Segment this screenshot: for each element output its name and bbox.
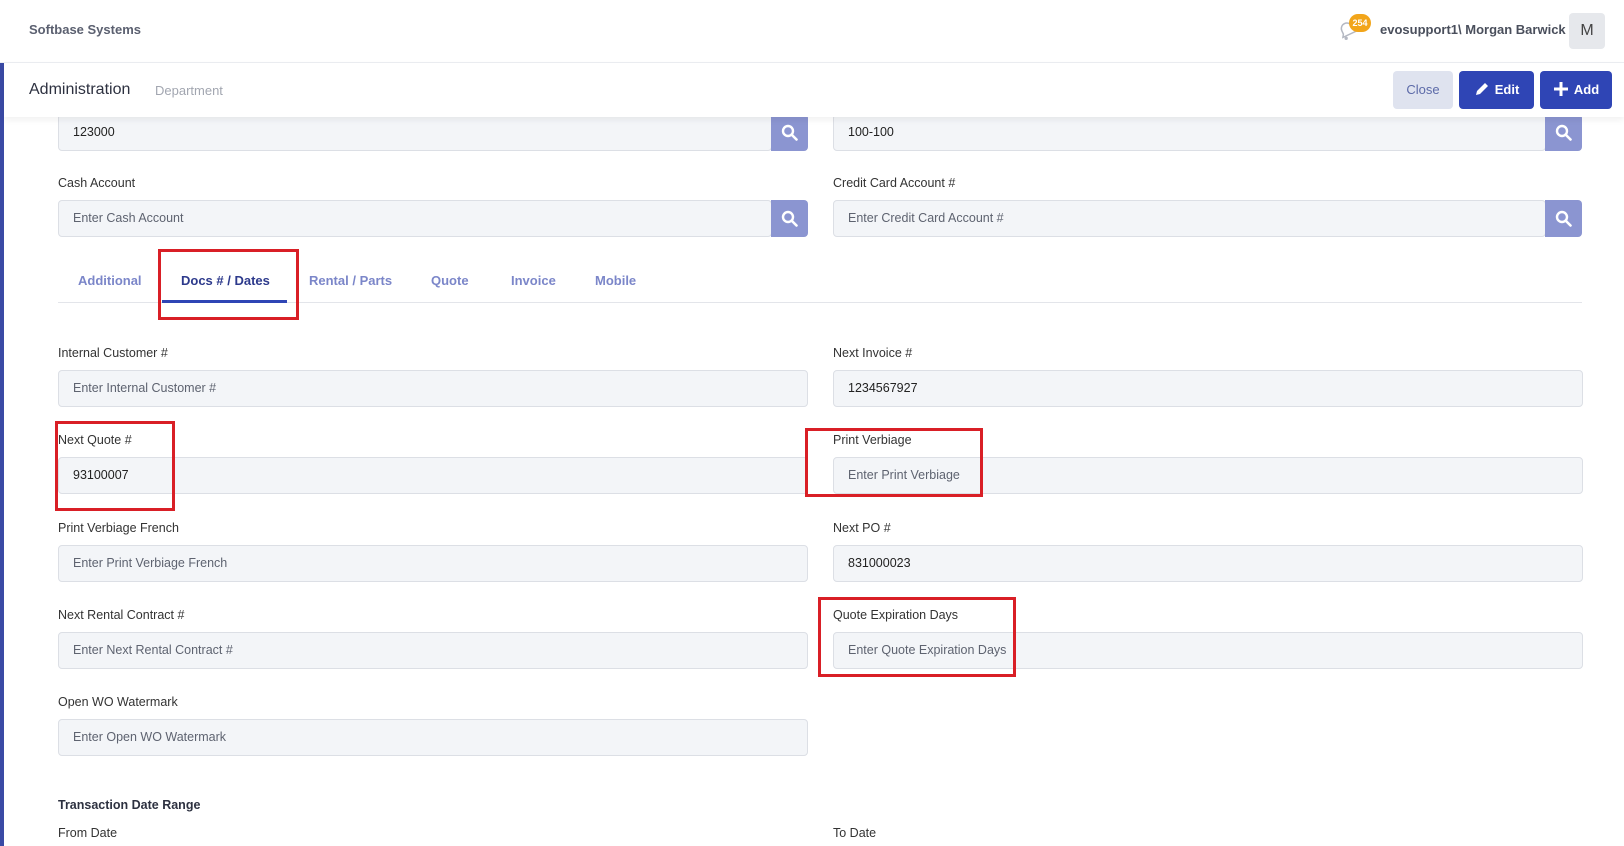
tab-rental-parts[interactable]: Rental / Parts xyxy=(309,273,392,288)
notification-badge: 254 xyxy=(1349,14,1371,32)
print-verbiage-french-label: Print Verbiage French xyxy=(58,521,179,535)
next-po-input[interactable]: 831000023 xyxy=(833,545,1583,582)
tab-additional[interactable]: Additional xyxy=(78,273,142,288)
next-invoice-label: Next Invoice # xyxy=(833,346,913,360)
account-field-right[interactable]: 100-100 xyxy=(833,114,1546,151)
left-accent-stripe xyxy=(0,63,4,846)
tab-quote[interactable]: Quote xyxy=(431,273,469,288)
internal-customer-input[interactable]: Enter Internal Customer # xyxy=(58,370,808,407)
highlight-box-next-quote xyxy=(55,421,175,511)
top-bar: Softbase Systems 254 evosupport1\ Morgan… xyxy=(0,0,1624,63)
brand-name: Softbase Systems xyxy=(29,22,141,37)
close-button[interactable]: Close xyxy=(1393,71,1453,109)
edit-button[interactable]: Edit xyxy=(1459,71,1534,109)
search-button[interactable] xyxy=(771,114,808,151)
user-name[interactable]: evosupport1\ Morgan Barwick xyxy=(1380,22,1566,37)
cash-account-search-button[interactable] xyxy=(771,200,808,237)
page-subtitle: Department xyxy=(155,83,223,98)
next-rental-contract-input[interactable]: Enter Next Rental Contract # xyxy=(58,632,808,669)
credit-card-account-search-button[interactable] xyxy=(1545,200,1582,237)
highlight-box-print-verbiage xyxy=(805,428,983,497)
open-wo-watermark-input[interactable]: Enter Open WO Watermark xyxy=(58,719,808,756)
next-rental-contract-label: Next Rental Contract # xyxy=(58,608,185,622)
open-wo-watermark-label: Open WO Watermark xyxy=(58,695,178,709)
search-icon xyxy=(781,210,798,227)
search-icon xyxy=(1555,124,1572,141)
from-date-label: From Date xyxy=(58,826,118,840)
add-button[interactable]: Add xyxy=(1540,71,1612,109)
internal-customer-label: Internal Customer # xyxy=(58,346,168,360)
search-icon xyxy=(781,124,798,141)
tab-mobile[interactable]: Mobile xyxy=(595,273,636,288)
highlight-box-quote-expiration xyxy=(818,597,1016,677)
to-date-label: To Date xyxy=(833,826,877,840)
next-po-label: Next PO # xyxy=(833,521,891,535)
credit-card-account-label: Credit Card Account # xyxy=(833,176,956,190)
highlight-box-docs-tab xyxy=(158,249,299,320)
account-field-left[interactable]: 123000 xyxy=(58,114,772,151)
cash-account-input[interactable]: Enter Cash Account xyxy=(58,200,772,237)
transaction-date-range-title: Transaction Date Range xyxy=(58,798,201,812)
search-icon xyxy=(1555,210,1572,227)
pencil-icon xyxy=(1475,83,1488,95)
edit-button-label: Edit xyxy=(1494,82,1520,97)
print-verbiage-french-input[interactable]: Enter Print Verbiage French xyxy=(58,545,808,582)
search-button[interactable] xyxy=(1545,114,1582,151)
cash-account-label: Cash Account xyxy=(58,176,136,190)
tab-invoice[interactable]: Invoice xyxy=(511,273,556,288)
next-invoice-input[interactable]: 1234567927 xyxy=(833,370,1583,407)
credit-card-account-input[interactable]: Enter Credit Card Account # xyxy=(833,200,1546,237)
page-header: Administration Department Close Edit Add xyxy=(4,63,1624,117)
add-button-label: Add xyxy=(1573,82,1600,97)
page-title: Administration xyxy=(29,81,131,98)
plus-icon xyxy=(1553,82,1568,96)
avatar[interactable]: M xyxy=(1569,13,1605,49)
